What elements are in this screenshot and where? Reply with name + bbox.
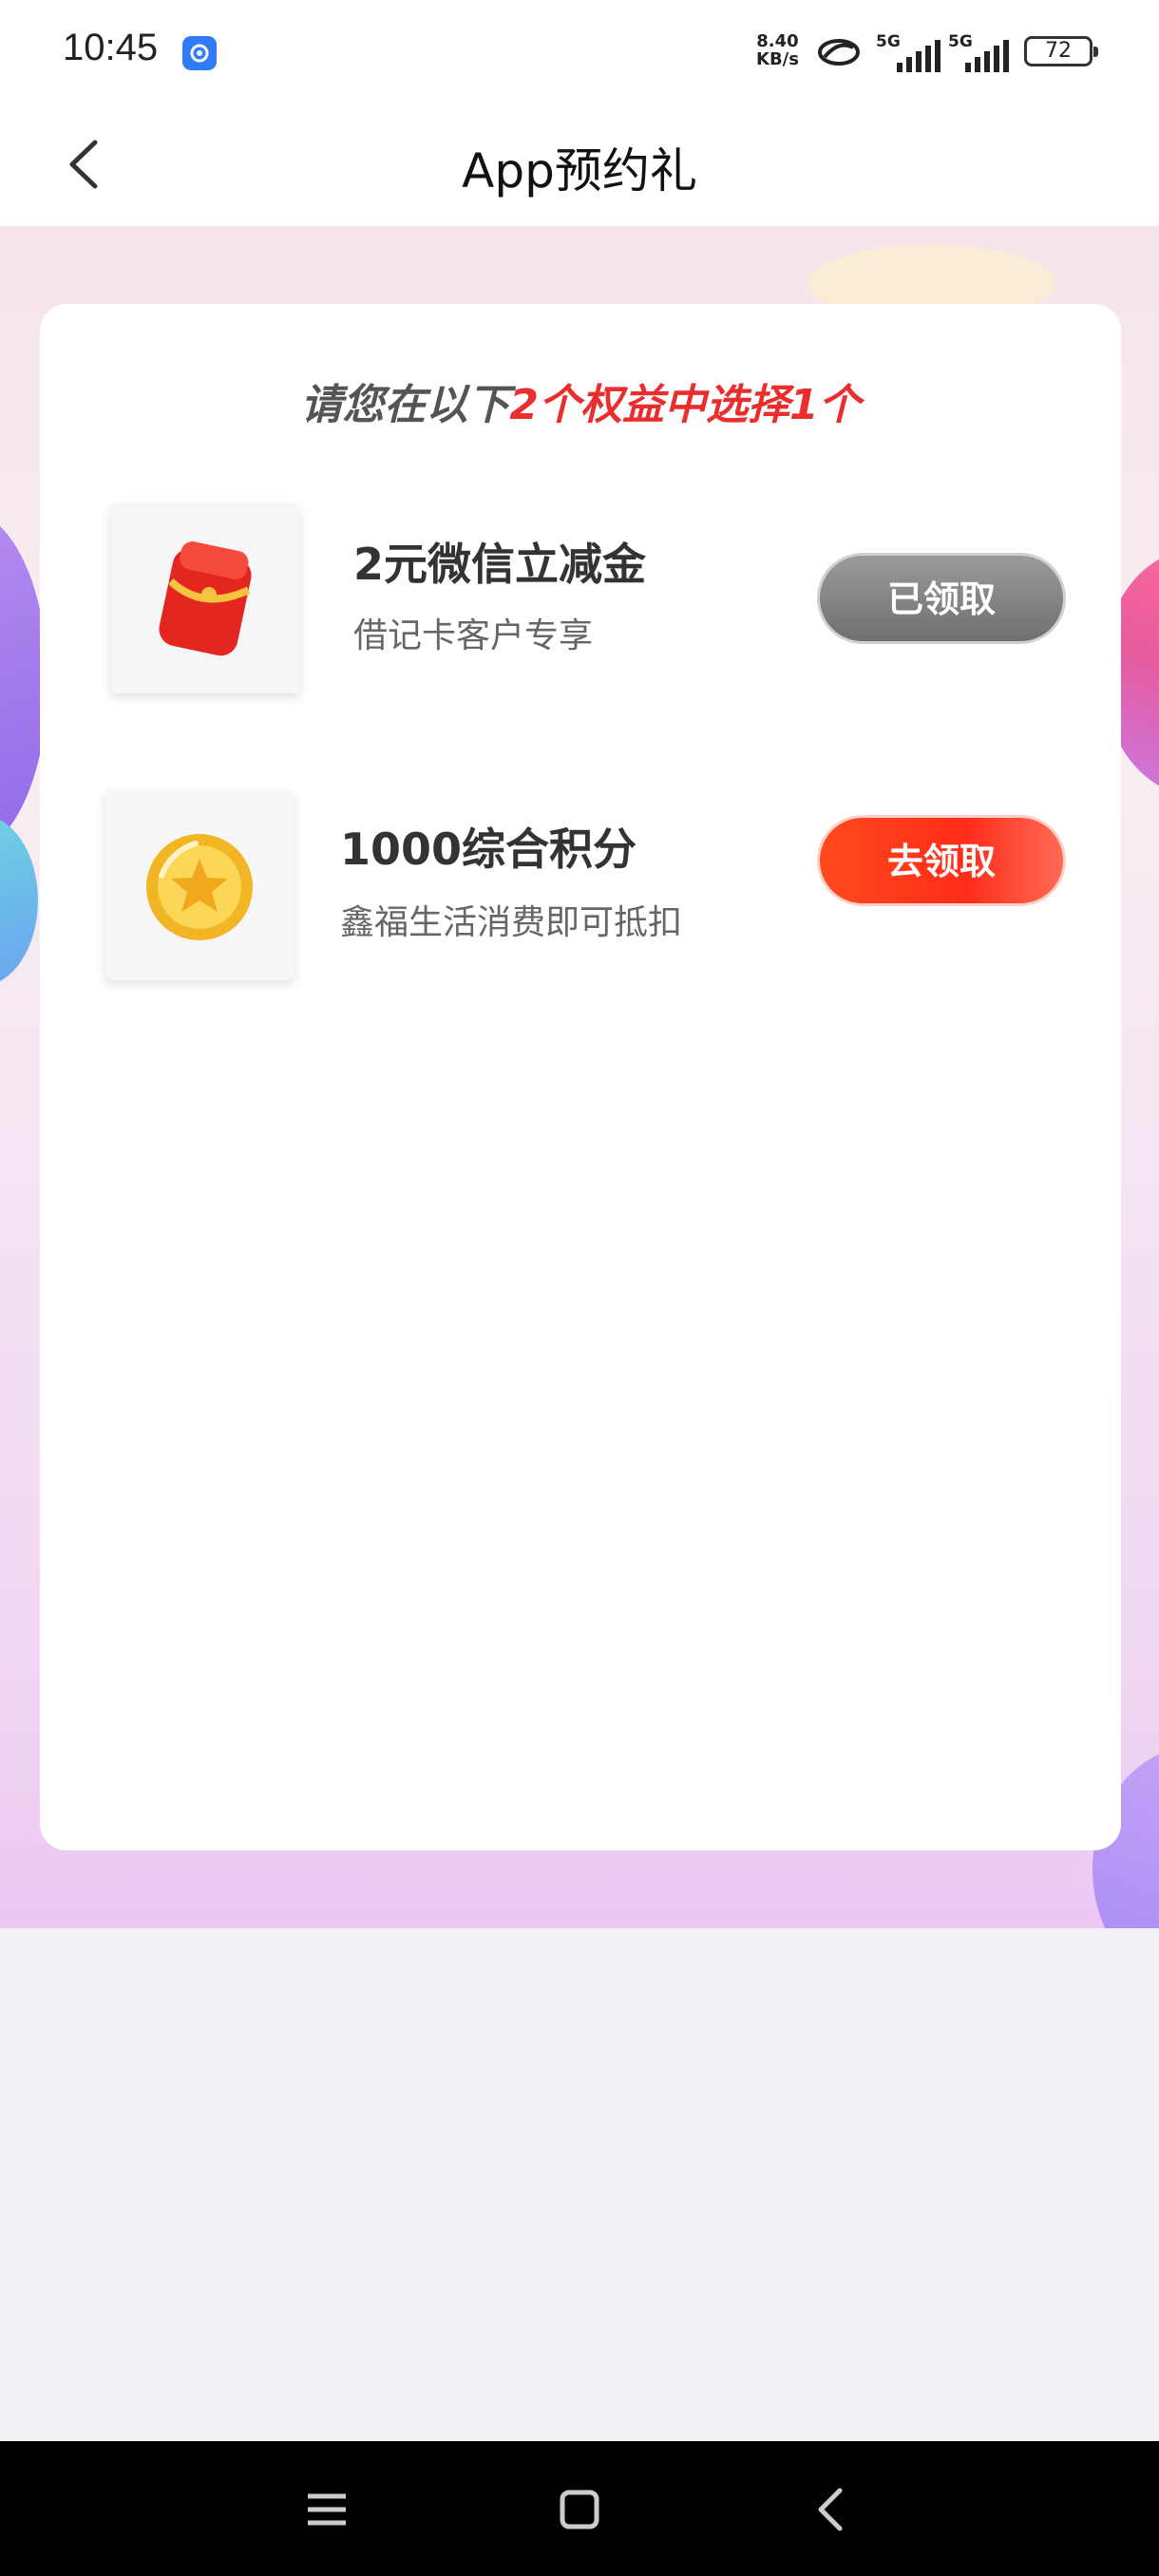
benefit-name: 2元微信立减金	[353, 539, 647, 590]
home-icon	[560, 2490, 599, 2529]
heading-text: 请您在以下	[300, 381, 510, 429]
menu-button[interactable]	[296, 2479, 357, 2540]
decorative-shape	[0, 815, 38, 986]
system-nav-bar	[0, 2441, 1159, 2576]
benefit-name: 1000综合积分	[340, 824, 637, 875]
status-time: 10:45	[63, 27, 159, 68]
home-button[interactable]	[549, 2479, 610, 2540]
heading-highlight: 2个权益中选择1个	[509, 381, 861, 429]
empty-area	[0, 1928, 1159, 2441]
network-speed-value: 8.40	[756, 31, 799, 51]
gold-coin-icon	[104, 790, 294, 980]
battery-icon: 72	[1024, 36, 1098, 66]
app-notification-icon	[182, 36, 217, 70]
nav-back-button[interactable]	[802, 2479, 863, 2540]
claimed-button[interactable]: 已领取	[817, 553, 1066, 644]
page-header: App预约礼	[0, 104, 1159, 226]
benefit-desc: 借记卡客户专享	[353, 616, 594, 655]
back-icon	[818, 2488, 843, 2531]
benefit-desc: 鑫福生活消费即可抵扣	[340, 903, 683, 942]
red-envelope-icon	[110, 503, 300, 693]
benefit-item-wechat: 2元微信立减金 借记卡客户专享 已领取	[40, 503, 1121, 703]
benefit-card: 请您在以下2个权益中选择1个 2元微信立减金 借记卡客户专享 已领取 1000综…	[40, 304, 1121, 1850]
benefit-item-points: 1000综合积分 鑫福生活消费即可抵扣 去领取	[40, 790, 1121, 990]
network-speed-unit: KB/s	[756, 49, 799, 69]
status-bar: 10:45 8.40 KB/s 5G 5G 72	[0, 0, 1159, 104]
menu-icon	[308, 2493, 346, 2526]
network-speed: 8.40 KB/s	[756, 32, 799, 68]
page-title: App预约礼	[462, 143, 697, 199]
battery-level: 72	[1045, 39, 1072, 63]
claim-button[interactable]: 去领取	[817, 815, 1066, 906]
card-heading: 请您在以下2个权益中选择1个	[40, 370, 1121, 431]
link-icon	[815, 36, 863, 72]
